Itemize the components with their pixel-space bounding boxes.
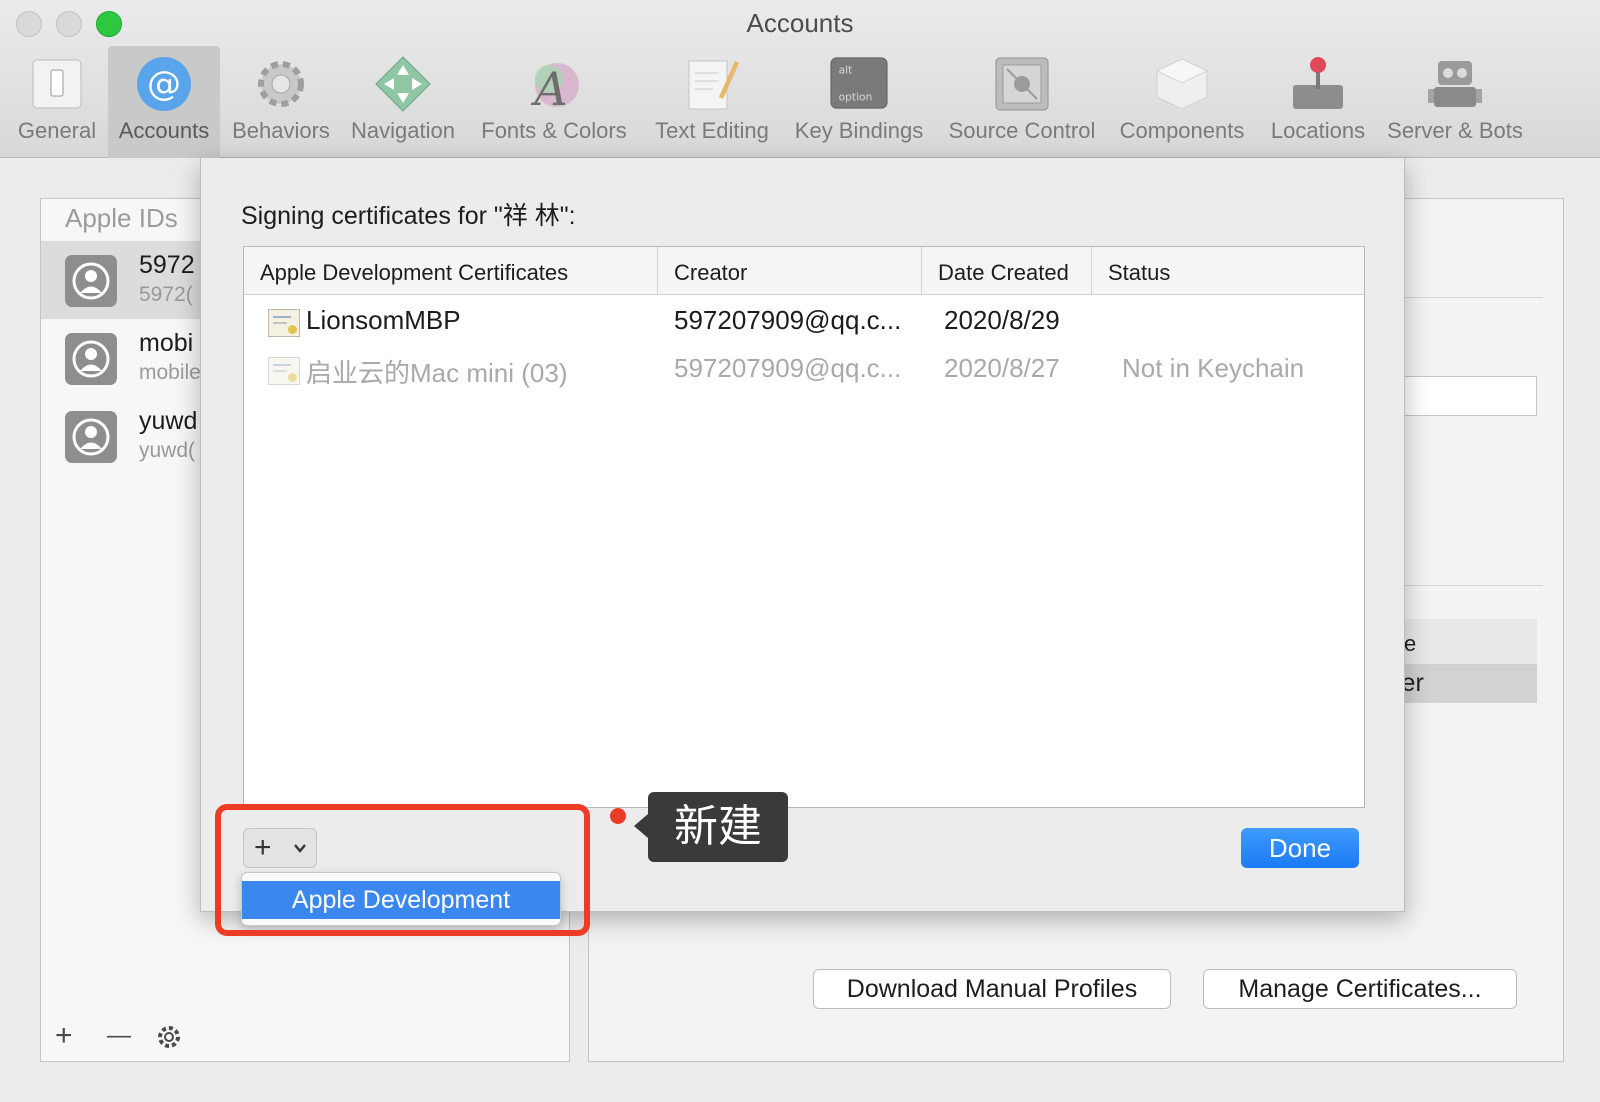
person-avatar-icon [65, 255, 117, 307]
box-icon [1152, 54, 1212, 114]
annotation-highlight-box [215, 804, 590, 936]
tab-label: Source Control [948, 118, 1096, 143]
manage-certificates-button[interactable]: Manage Certificates... [1203, 969, 1517, 1009]
column-header-status[interactable]: Status [1092, 247, 1364, 295]
tab-text-editing[interactable]: Text Editing [648, 46, 776, 158]
column-header-creator[interactable]: Creator [658, 247, 922, 295]
column-header-certificates[interactable]: Apple Development Certificates [244, 247, 658, 295]
tab-locations[interactable]: Locations [1262, 46, 1374, 158]
tab-fonts-colors[interactable]: A Fonts & Colors [474, 46, 634, 158]
certificate-creator: 597207909@qq.c... [674, 353, 902, 383]
safe-icon [992, 54, 1052, 114]
certificates-table: Apple Development Certificates Creator D… [243, 246, 1365, 808]
tab-label: Server & Bots [1387, 118, 1523, 143]
certificate-icon [268, 309, 300, 337]
tab-label: Components [1119, 118, 1245, 143]
fonts-colors-icon: A [524, 54, 584, 114]
tab-server-bots[interactable]: Server & Bots [1380, 46, 1530, 158]
tab-label: Accounts [118, 118, 210, 143]
tab-label: Navigation [351, 118, 455, 143]
tab-components[interactable]: Components [1112, 46, 1252, 158]
certificate-name: 启业云的Mac mini (03) [306, 358, 568, 388]
done-button[interactable]: Done [1241, 828, 1359, 868]
tab-label: General [17, 118, 97, 143]
table-row[interactable]: 启业云的Mac mini (03) 597207909@qq.c... 2020… [244, 345, 1364, 393]
gear-icon [251, 54, 311, 114]
tab-navigation[interactable]: Navigation [344, 46, 462, 158]
certificate-name: LionsomMBP [306, 305, 461, 335]
option-key-icon: alt option [829, 54, 889, 114]
table-header: Apple Development Certificates Creator D… [244, 247, 1364, 295]
certificate-icon [268, 357, 300, 385]
account-subtitle: 5972( [139, 283, 193, 306]
tab-accounts[interactable]: @ Accounts [108, 46, 220, 158]
window-title: Accounts [746, 8, 854, 38]
at-sign-icon: @ [134, 54, 194, 114]
preferences-toolbar: General @ Accounts Behaviors Navigation … [0, 46, 1600, 158]
person-avatar-icon [65, 411, 117, 463]
tab-source-control[interactable]: Source Control [942, 46, 1102, 158]
tab-behaviors[interactable]: Behaviors [226, 46, 336, 158]
signing-certificates-sheet: Signing certificates for "祥 林": Apple De… [200, 158, 1405, 912]
joystick-drive-icon [1288, 54, 1348, 114]
svg-text:A: A [530, 62, 567, 113]
robot-icon [1425, 54, 1485, 114]
tab-label: Locations [1270, 118, 1366, 143]
annotation-tooltip: 新建 [634, 792, 788, 862]
title-bar: Accounts General @ Accounts Behaviors Na… [0, 0, 1600, 158]
svg-text:option: option [839, 90, 873, 103]
tab-label: Behaviors [232, 118, 330, 143]
svg-text:alt: alt [839, 63, 853, 76]
accounts-list-header: Apple IDs [65, 203, 178, 233]
navigation-arrows-icon [373, 54, 433, 114]
account-name: mobi [139, 329, 194, 357]
certificate-date: 2020/8/29 [944, 305, 1060, 335]
tab-label: Text Editing [655, 118, 769, 143]
account-name: yuwd [139, 407, 198, 435]
certificate-creator: 597207909@qq.c... [674, 305, 902, 335]
accounts-list-footer: + — [41, 1015, 569, 1061]
sheet-title: Signing certificates for "祥 林": [241, 202, 576, 230]
tab-label: Key Bindings [794, 118, 924, 143]
account-name: 5972 [139, 251, 195, 279]
table-row[interactable]: LionsomMBP 597207909@qq.c... 2020/8/29 [244, 297, 1364, 345]
remove-account-button[interactable]: — [107, 1019, 131, 1053]
general-switch-icon [27, 54, 87, 114]
annotation-dot [610, 808, 626, 824]
account-subtitle: mobile [139, 361, 201, 384]
tab-key-bindings[interactable]: alt option Key Bindings [784, 46, 934, 158]
account-subtitle: yuwd( [139, 439, 196, 462]
certificate-date: 2020/8/27 [944, 353, 1060, 383]
tab-label: Fonts & Colors [481, 118, 627, 143]
column-header-date-created[interactable]: Date Created [922, 247, 1092, 295]
gear-icon[interactable] [155, 1023, 183, 1059]
download-manual-profiles-button[interactable]: Download Manual Profiles [813, 969, 1171, 1009]
svg-text:@: @ [147, 64, 181, 104]
pencil-paper-icon [682, 54, 742, 114]
certificate-status: Not in Keychain [1122, 353, 1305, 383]
add-account-button[interactable]: + [55, 1019, 73, 1053]
person-avatar-icon [65, 333, 117, 385]
tab-general[interactable]: General [10, 46, 104, 158]
